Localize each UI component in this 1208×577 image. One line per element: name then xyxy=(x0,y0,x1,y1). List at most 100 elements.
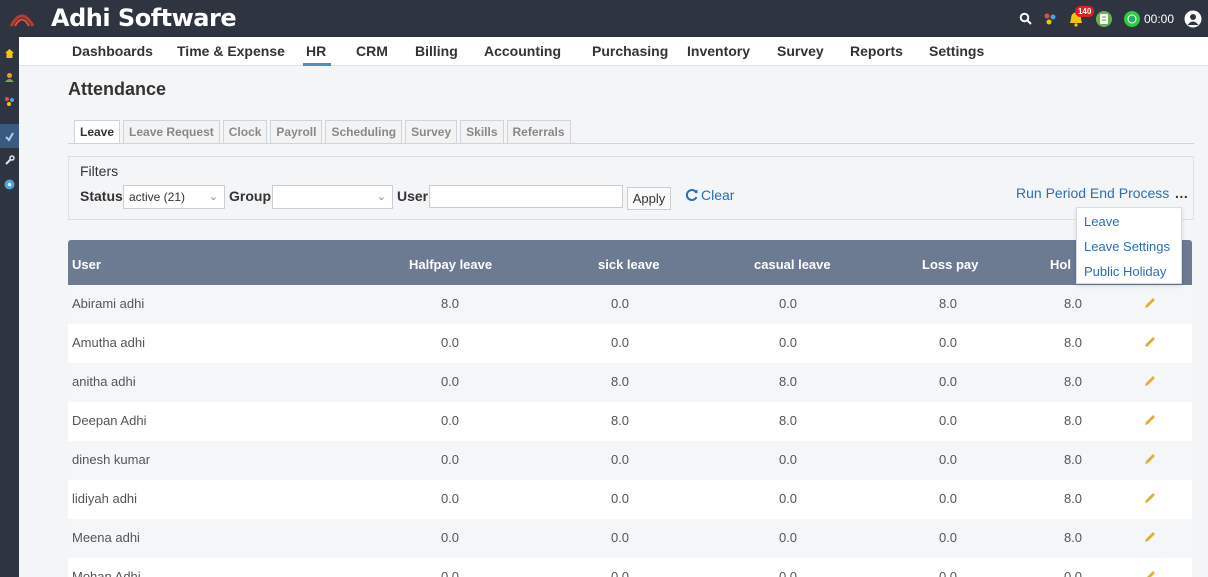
leave-value-cell: 8.0 xyxy=(1063,413,1083,428)
table-row[interactable]: dinesh kumar 0.0 0.0 0.0 0.0 8.0 xyxy=(68,441,1192,480)
home-icon[interactable] xyxy=(0,41,19,65)
leave-value-cell: 8.0 xyxy=(778,374,798,389)
tab-clock[interactable]: Clock xyxy=(222,120,268,144)
clear-link[interactable]: Clear xyxy=(685,187,734,203)
user-input[interactable] xyxy=(429,185,623,208)
edit-pencil-icon[interactable] xyxy=(1142,568,1158,577)
tab-leave-request[interactable]: Leave Request xyxy=(123,120,220,144)
nav-accounting[interactable]: Accounting xyxy=(484,43,561,59)
leave-value-cell: 0.0 xyxy=(778,452,798,467)
hr-icon[interactable] xyxy=(0,124,19,148)
column-header-halfpay-leave[interactable]: Halfpay leave xyxy=(409,257,492,272)
leave-value-cell: 0.0 xyxy=(440,569,460,577)
main-nav: Dashboards Time & Expense HR CRM Billing… xyxy=(19,37,1208,66)
menu-item-leave[interactable]: Leave xyxy=(1084,214,1119,229)
user-name-cell[interactable]: Amutha adhi xyxy=(72,335,145,350)
edit-pencil-icon[interactable] xyxy=(1142,412,1158,428)
nav-settings[interactable]: Settings xyxy=(929,43,984,59)
run-period-end-link[interactable]: Run Period End Process… xyxy=(1016,185,1188,201)
nav-time-expense[interactable]: Time & Expense xyxy=(177,43,285,59)
leave-value-cell: 0.0 xyxy=(938,569,958,577)
users-icon[interactable] xyxy=(0,65,19,89)
column-header-user[interactable]: User xyxy=(72,257,101,272)
edit-pencil-icon[interactable] xyxy=(1142,490,1158,506)
tab-referrals[interactable]: Referrals xyxy=(506,120,571,144)
page-title: Attendance xyxy=(68,79,167,99)
run-period-label: Run Period End Process xyxy=(1016,185,1170,201)
top-bar: Adhi Software 140 00:00 xyxy=(0,0,1208,37)
table-row[interactable]: anitha adhi 0.0 8.0 8.0 0.0 8.0 xyxy=(68,363,1192,402)
nav-billing[interactable]: Billing xyxy=(415,43,458,59)
edit-pencil-icon[interactable] xyxy=(1142,529,1158,545)
user-avatar-icon[interactable] xyxy=(1184,10,1202,28)
edit-pencil-icon[interactable] xyxy=(1142,373,1158,389)
status-select[interactable]: active (21) ⌄ xyxy=(123,185,225,209)
nav-survey[interactable]: Survey xyxy=(777,43,824,59)
nav-purchasing[interactable]: Purchasing xyxy=(592,43,668,59)
leave-value-cell: 8.0 xyxy=(1063,530,1083,545)
edit-pencil-icon[interactable] xyxy=(1142,451,1158,467)
tab-leave[interactable]: Leave xyxy=(74,120,121,144)
tab-payroll[interactable]: Payroll xyxy=(270,120,323,144)
table-row[interactable]: lidiyah adhi 0.0 0.0 0.0 0.0 8.0 xyxy=(68,480,1192,519)
leave-value-cell: 0.0 xyxy=(610,296,630,311)
nav-hr[interactable]: HR xyxy=(306,43,326,59)
search-icon[interactable] xyxy=(1019,12,1033,26)
leave-value-cell: 8.0 xyxy=(1063,491,1083,506)
timer-widget[interactable]: 00:00 xyxy=(1123,10,1174,28)
user-name-cell[interactable]: lidiyah adhi xyxy=(72,491,137,506)
user-name-cell[interactable]: Deepan Adhi xyxy=(72,413,146,428)
menu-item-public-holiday[interactable]: Public Holiday xyxy=(1084,264,1166,279)
nav-crm[interactable]: CRM xyxy=(356,43,388,59)
timer-value: 00:00 xyxy=(1143,12,1174,26)
nav-reports[interactable]: Reports xyxy=(850,43,903,59)
table-row[interactable]: Meena adhi 0.0 0.0 0.0 0.0 8.0 xyxy=(68,519,1192,558)
table-row[interactable]: Mohan Adhi 0.0 0.0 0.0 0.0 0.0 xyxy=(68,558,1192,577)
column-header-casual-leave[interactable]: casual leave xyxy=(754,257,831,272)
user-name-cell[interactable]: Meena adhi xyxy=(72,530,140,545)
nav-inventory[interactable]: Inventory xyxy=(687,43,750,59)
edit-pencil-icon[interactable] xyxy=(1142,295,1158,311)
leave-value-cell: 0.0 xyxy=(610,569,630,577)
user-label: User xyxy=(397,188,429,204)
apps-rail-icon[interactable] xyxy=(0,89,19,113)
user-name-cell[interactable]: Mohan Adhi xyxy=(72,569,141,577)
group-select[interactable]: ⌄ xyxy=(272,185,393,209)
leave-value-cell: 0.0 xyxy=(440,413,460,428)
leave-value-cell: 0.0 xyxy=(610,491,630,506)
leave-value-cell: 8.0 xyxy=(610,413,630,428)
user-name-cell[interactable]: Abirami adhi xyxy=(72,296,144,311)
leave-value-cell: 0.0 xyxy=(938,413,958,428)
leave-value-cell: 0.0 xyxy=(610,530,630,545)
tab-scheduling[interactable]: Scheduling xyxy=(325,120,403,144)
tab-divider xyxy=(68,143,1194,144)
timer-play-icon xyxy=(1123,11,1140,27)
user-name-cell[interactable]: dinesh kumar xyxy=(72,452,150,467)
menu-item-leave-settings[interactable]: Leave Settings xyxy=(1084,239,1170,254)
tab-skills[interactable]: Skills xyxy=(460,120,504,144)
column-header-holiday[interactable]: Hol xyxy=(1050,257,1071,272)
notification-bell-icon[interactable]: 140 xyxy=(1067,6,1095,28)
help-icon[interactable] xyxy=(0,172,19,196)
table-row[interactable]: Deepan Adhi 0.0 8.0 8.0 0.0 8.0 xyxy=(68,402,1192,441)
edit-pencil-icon[interactable] xyxy=(1142,334,1158,350)
leave-value-cell: 8.0 xyxy=(1063,335,1083,350)
status-label: Status xyxy=(80,188,123,204)
nav-dashboards[interactable]: Dashboards xyxy=(72,43,153,59)
column-header-loss-pay[interactable]: Loss pay xyxy=(922,257,978,272)
user-name-cell[interactable]: anitha adhi xyxy=(72,374,136,389)
tab-bar: Leave Leave Request Clock Payroll Schedu… xyxy=(74,120,571,144)
tab-survey[interactable]: Survey xyxy=(405,120,458,144)
leave-value-cell: 0.0 xyxy=(938,374,958,389)
app-logo-icon xyxy=(9,14,35,27)
apply-button[interactable]: Apply xyxy=(627,187,671,210)
more-menu-icon[interactable]: … xyxy=(1174,185,1188,201)
table-row[interactable]: Abirami adhi 8.0 0.0 0.0 8.0 8.0 xyxy=(68,285,1192,324)
wrench-icon[interactable] xyxy=(0,148,19,172)
column-header-sick-leave[interactable]: sick leave xyxy=(598,257,659,272)
timesheet-icon[interactable] xyxy=(1095,10,1113,28)
leave-value-cell: 0.0 xyxy=(778,296,798,311)
leave-value-cell: 8.0 xyxy=(440,296,460,311)
apps-icon[interactable] xyxy=(1043,12,1057,26)
table-row[interactable]: Amutha adhi 0.0 0.0 0.0 0.0 8.0 xyxy=(68,324,1192,363)
